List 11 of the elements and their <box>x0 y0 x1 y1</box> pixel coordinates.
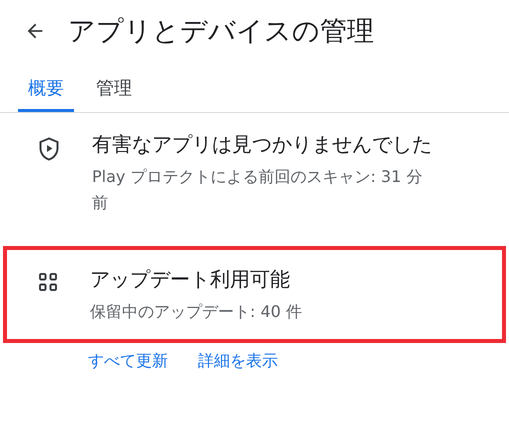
tab[interactable]: 管理 <box>86 64 142 112</box>
page-title: アプリとデバイスの管理 <box>68 15 374 49</box>
item-title: アップデート利用可能 <box>90 266 291 293</box>
grid-icon <box>38 272 58 292</box>
item-subtitle: 保留中のアップデート: 40 件 <box>90 301 302 323</box>
tab[interactable]: 概要 <box>18 64 74 112</box>
item-title: 有害なアプリは見つかりませんでした <box>92 131 432 158</box>
shield-play-icon <box>38 137 60 161</box>
item-subtitle: Play プロテクトによる前回のスキャン: 31 分前 <box>92 166 424 214</box>
link[interactable]: 詳細を表示 <box>198 351 278 372</box>
link[interactable]: すべて更新 <box>88 351 168 372</box>
